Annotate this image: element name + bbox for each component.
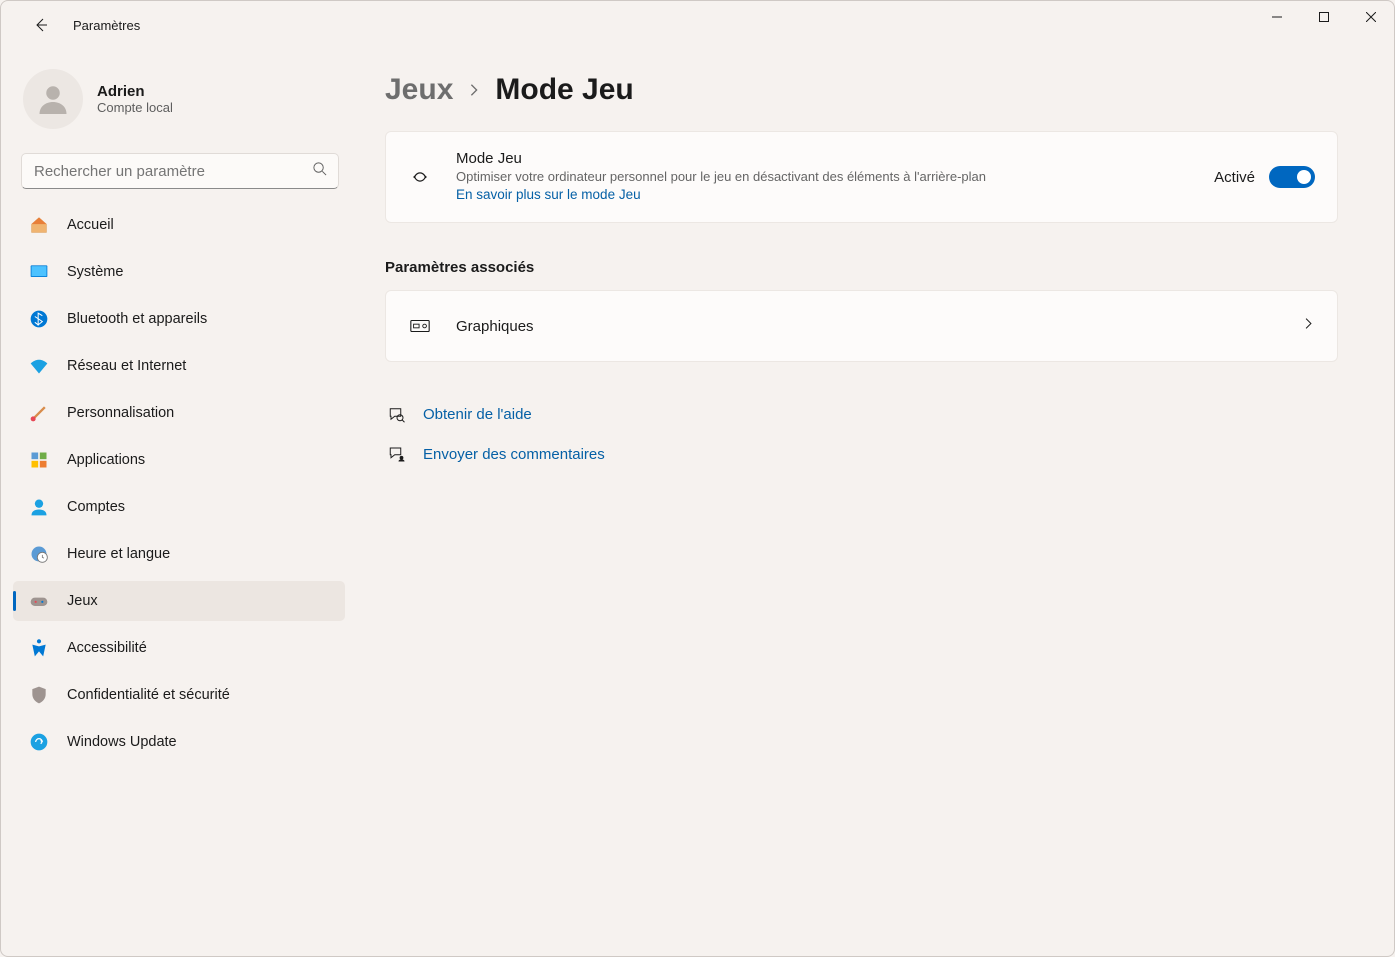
sidebar-item-apps[interactable]: Applications: [13, 440, 345, 480]
account-icon: [29, 497, 49, 517]
page-title: Mode Jeu: [495, 73, 633, 107]
window-title: Paramètres: [73, 18, 140, 33]
home-icon: [29, 215, 49, 235]
close-icon: [1366, 12, 1376, 22]
sidebar-item-label: Système: [67, 264, 123, 280]
sidebar-item-privacy[interactable]: Confidentialité et sécurité: [13, 675, 345, 715]
maximize-icon: [1319, 12, 1329, 22]
sidebar-item-label: Bluetooth et appareils: [67, 311, 207, 327]
toggle-state-label: Activé: [1214, 169, 1255, 186]
sidebar-item-label: Comptes: [67, 499, 125, 515]
sidebar-item-system[interactable]: Système: [13, 252, 345, 292]
search-icon: [312, 161, 327, 181]
shield-icon: [29, 685, 49, 705]
user-account-type: Compte local: [97, 100, 173, 115]
game-mode-description: Optimiser votre ordinateur personnel pou…: [456, 169, 1214, 184]
user-name: Adrien: [97, 83, 173, 100]
sidebar-item-bluetooth[interactable]: Bluetooth et appareils: [13, 299, 345, 339]
back-button[interactable]: [21, 5, 61, 45]
apps-icon: [29, 450, 49, 470]
sidebar-item-gaming[interactable]: Jeux: [13, 581, 345, 621]
game-mode-learn-more-link[interactable]: En savoir plus sur le mode Jeu: [456, 187, 641, 202]
sidebar-item-network[interactable]: Réseau et Internet: [13, 346, 345, 386]
brush-icon: [29, 403, 49, 423]
sidebar-item-label: Accessibilité: [67, 640, 147, 656]
avatar: [23, 69, 83, 129]
game-mode-title: Mode Jeu: [456, 150, 1214, 167]
feedback-icon: [385, 445, 409, 463]
accessibility-icon: [29, 638, 49, 658]
sidebar-item-label: Confidentialité et sécurité: [67, 687, 230, 703]
chevron-right-icon: [467, 77, 481, 103]
wifi-icon: [29, 356, 49, 376]
sidebar-item-label: Accueil: [67, 217, 114, 233]
help-icon: [385, 405, 409, 423]
search-input[interactable]: [21, 153, 339, 189]
update-icon: [29, 732, 49, 752]
sidebar-item-home[interactable]: Accueil: [13, 205, 345, 245]
sidebar-item-accounts[interactable]: Comptes: [13, 487, 345, 527]
game-mode-card: Mode Jeu Optimiser votre ordinateur pers…: [385, 131, 1338, 223]
breadcrumb-parent[interactable]: Jeux: [385, 73, 453, 107]
gamepad-icon: [29, 591, 49, 611]
game-mode-icon: [408, 166, 432, 188]
sidebar-item-label: Réseau et Internet: [67, 358, 186, 374]
chevron-right-icon: [1302, 317, 1315, 335]
sidebar-item-label: Heure et langue: [67, 546, 170, 562]
graphics-label: Graphiques: [456, 318, 1302, 335]
maximize-button[interactable]: [1300, 1, 1347, 33]
related-settings-heading: Paramètres associés: [385, 259, 1338, 276]
sidebar-item-personalization[interactable]: Personnalisation: [13, 393, 345, 433]
sidebar-item-label: Personnalisation: [67, 405, 174, 421]
sidebar-item-label: Windows Update: [67, 734, 177, 750]
system-icon: [29, 262, 49, 282]
game-mode-toggle[interactable]: [1269, 166, 1315, 188]
sidebar-item-label: Applications: [67, 452, 145, 468]
clock-globe-icon: [29, 544, 49, 564]
get-help-link[interactable]: Obtenir de l'aide: [423, 406, 532, 423]
bluetooth-icon: [29, 309, 49, 329]
person-icon: [35, 81, 71, 117]
sidebar-item-windows-update[interactable]: Windows Update: [13, 722, 345, 762]
breadcrumb: Jeux Mode Jeu: [385, 73, 1338, 107]
user-profile[interactable]: Adrien Compte local: [9, 61, 349, 149]
send-feedback-link[interactable]: Envoyer des commentaires: [423, 446, 605, 463]
minimize-button[interactable]: [1253, 1, 1300, 33]
graphics-icon: [408, 315, 432, 337]
arrow-left-icon: [33, 17, 49, 33]
minimize-icon: [1272, 12, 1282, 22]
graphics-settings-row[interactable]: Graphiques: [385, 290, 1338, 362]
sidebar-item-accessibility[interactable]: Accessibilité: [13, 628, 345, 668]
sidebar-item-time-language[interactable]: Heure et langue: [13, 534, 345, 574]
sidebar-item-label: Jeux: [67, 593, 98, 609]
close-button[interactable]: [1347, 1, 1394, 33]
